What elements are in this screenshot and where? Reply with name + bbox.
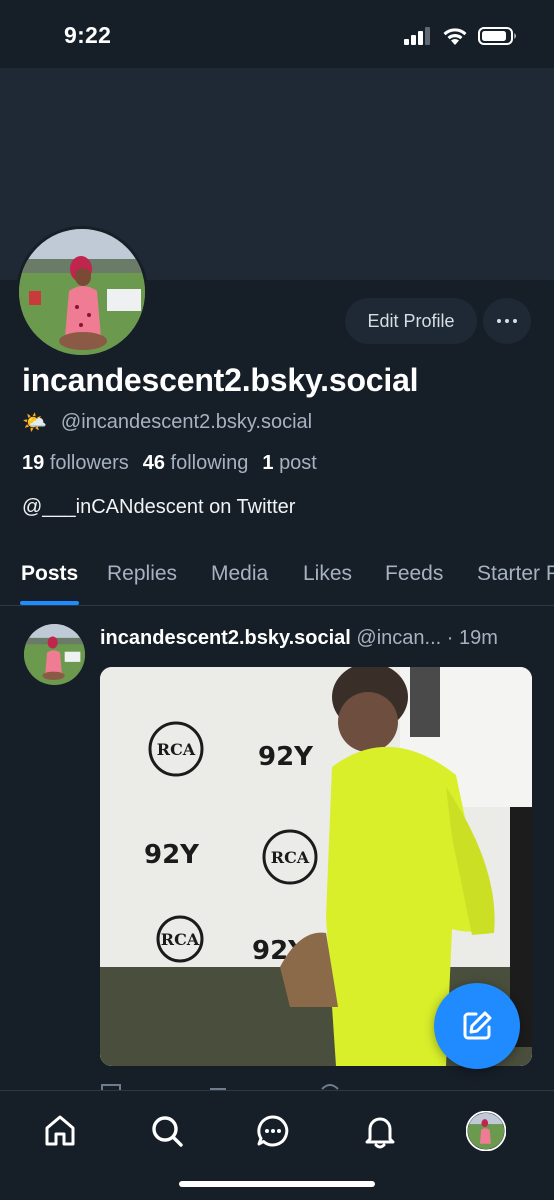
more-dot [513, 319, 517, 323]
battery-icon [478, 27, 516, 45]
posts-label: post [279, 452, 317, 474]
media-logo-rca-3: RCA [161, 930, 200, 949]
followers-count: 19 [22, 452, 45, 474]
edit-profile-button[interactable]: Edit Profile [345, 298, 477, 344]
post-author-name[interactable]: incandescent2.bsky.social [100, 627, 351, 649]
home-icon [45, 1115, 75, 1146]
search-icon [152, 1116, 183, 1147]
media-logo-rca-2: RCA [271, 848, 310, 867]
bell-icon [365, 1117, 395, 1149]
profile-display-name: incandescent2.bsky.social [22, 362, 419, 398]
followers-label: followers [49, 452, 129, 474]
post-action-icons [101, 1084, 339, 1090]
nav-notifications[interactable] [358, 1109, 402, 1153]
following-label: following [170, 452, 249, 474]
chat-icon [257, 1115, 289, 1147]
profile-avatar-icon [466, 1111, 506, 1151]
media-logo-rca-1: RCA [157, 740, 196, 759]
more-dots-icon [497, 319, 501, 323]
more-dot [505, 319, 509, 323]
home-indicator[interactable] [179, 1181, 375, 1187]
tab-media[interactable]: Media [211, 562, 268, 586]
media-logo-92y-1: 92Y [258, 742, 314, 772]
more-options-button[interactable] [483, 298, 531, 344]
tab-posts[interactable]: Posts [21, 562, 78, 586]
post-timestamp[interactable]: · 19m [447, 627, 498, 649]
wifi-icon [443, 27, 467, 45]
avatar-photo [19, 229, 145, 355]
profile-handle: @incandescent2.bsky.social [60, 411, 313, 433]
profile-handle-row: 🌤️ @incandescent2.bsky.social [22, 410, 312, 435]
post-avatar-photo [24, 624, 85, 685]
tab-starter-packs[interactable]: Starter Packs [477, 562, 554, 586]
media-logo-92y-2: 92Y [144, 840, 200, 870]
profile-stats: 19 followers 46 following 1 post [22, 452, 317, 475]
active-tab-indicator [20, 601, 79, 605]
cellular-signal-icon [404, 27, 430, 45]
profile-tabs: Posts Replies Media Likes Feeds Starter … [0, 548, 554, 606]
nav-chat[interactable] [251, 1109, 295, 1153]
tab-likes[interactable]: Likes [303, 562, 352, 586]
tab-replies[interactable]: Replies [107, 562, 177, 586]
profile-avatar[interactable] [16, 226, 148, 358]
posts-stat: 1 post [262, 452, 317, 475]
post-author-handle[interactable]: @incan... [356, 627, 441, 649]
post-header: incandescent2.bsky.social @incan... · 19… [100, 627, 498, 650]
tab-feeds[interactable]: Feeds [385, 562, 443, 586]
post-actions [100, 1078, 532, 1090]
followers-link[interactable]: 19 followers [22, 452, 129, 475]
following-count: 46 [142, 452, 165, 474]
status-icons [404, 26, 518, 46]
profile-bio: @___inCANdescent on Twitter [22, 496, 296, 518]
following-link[interactable]: 46 following [143, 452, 249, 475]
posts-count: 1 [262, 452, 274, 474]
status-time: 9:22 [64, 22, 112, 48]
nav-search[interactable] [145, 1109, 189, 1153]
status-bar: 9:22 [0, 0, 554, 68]
nav-home[interactable] [38, 1109, 82, 1153]
nav-profile[interactable] [464, 1109, 508, 1153]
compose-post-button[interactable] [434, 983, 520, 1069]
compose-icon [463, 1011, 492, 1040]
post-author-avatar[interactable] [24, 624, 85, 685]
sun-behind-cloud-icon: 🌤️ [22, 412, 47, 434]
